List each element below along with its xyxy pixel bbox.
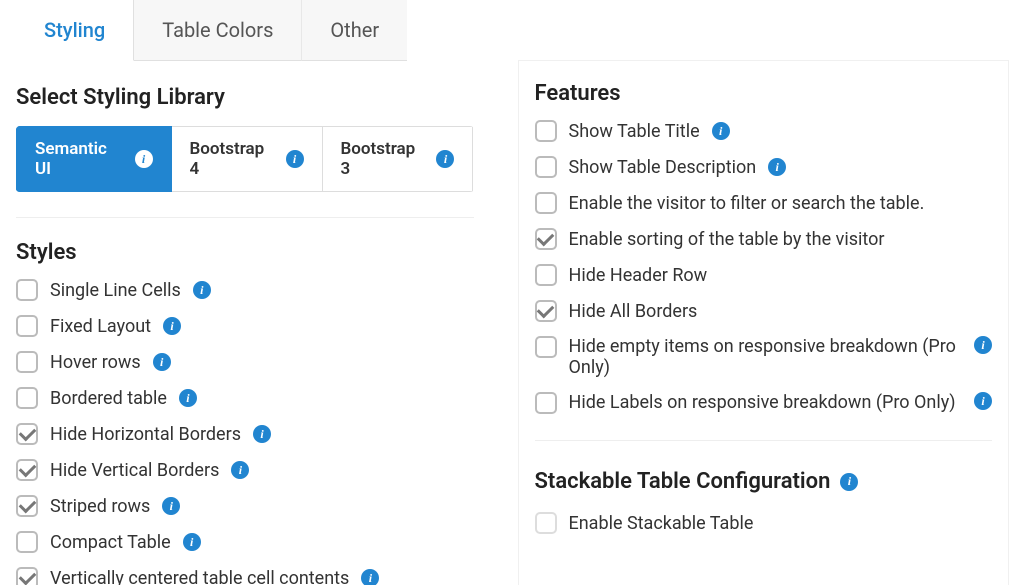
info-icon[interactable]: i — [135, 150, 153, 168]
checkbox-label: Enable sorting of the table by the visit… — [569, 229, 885, 250]
checkbox-label: Vertically centered table cell contents — [50, 568, 349, 585]
info-icon[interactable]: i — [183, 533, 201, 551]
checkbox-label: Hide Vertical Borders — [50, 460, 219, 481]
info-icon[interactable]: i — [436, 150, 454, 168]
checkbox-single-line-cells[interactable] — [16, 279, 38, 301]
style-row-vertically-centered-table-cell-contents: Vertically centered table cell contents i — [16, 567, 474, 585]
info-icon[interactable]: i — [974, 336, 992, 354]
tab-other[interactable]: Other — [302, 0, 407, 61]
checkbox-hide-header-row[interactable] — [535, 264, 557, 286]
checkbox-enable-the-visitor-to-filter-or-search-t[interactable] — [535, 192, 557, 214]
checkbox-label: Fixed Layout — [50, 316, 151, 337]
checkbox-hide-horizontal-borders[interactable] — [16, 423, 38, 445]
feature-row-hide-all-borders: Hide All Borders — [535, 300, 993, 322]
checkbox-enable-sorting-of-the-table-by-the-visit[interactable] — [535, 228, 557, 250]
features-list: Show Table Title i Show Table Description i… — [535, 120, 993, 414]
style-row-striped-rows: Striped rows i — [16, 495, 474, 517]
feature-row-enable-sorting-of-the-table-by-the-visit: Enable sorting of the table by the visit… — [535, 228, 993, 250]
checkbox-label: Hide All Borders — [569, 301, 698, 322]
checkbox-label: Hide empty items on responsive breakdown… — [569, 336, 963, 378]
checkbox-fixed-layout[interactable] — [16, 315, 38, 337]
style-row-hover-rows: Hover rows i — [16, 351, 474, 373]
tabs: Styling Table Colors Other — [16, 0, 474, 61]
checkbox-label: Hover rows — [50, 352, 141, 373]
info-icon[interactable]: i — [193, 281, 211, 299]
checkbox-label: Show Table Description — [569, 157, 757, 178]
checkbox-enable-stackable-table[interactable] — [535, 512, 557, 534]
features-heading: Features — [535, 81, 993, 106]
stackable-row-enable-stackable-table: Enable Stackable Table — [535, 512, 993, 534]
checkbox-label: Hide Horizontal Borders — [50, 424, 241, 445]
info-icon[interactable]: i — [179, 389, 197, 407]
checkbox-show-table-title[interactable] — [535, 120, 557, 142]
divider — [535, 440, 993, 441]
checkbox-label: Show Table Title — [569, 121, 700, 142]
checkbox-label: Enable Stackable Table — [569, 513, 754, 534]
info-icon[interactable]: i — [162, 497, 180, 515]
feature-row-show-table-description: Show Table Description i — [535, 156, 993, 178]
select-library-heading: Select Styling Library — [16, 85, 474, 110]
checkbox-label: Compact Table — [50, 532, 171, 553]
feature-row-hide-empty-items-on-responsive-breakdown: Hide empty items on responsive breakdown… — [535, 336, 993, 378]
library-semantic-ui[interactable]: Semantic UI i — [16, 126, 172, 192]
info-icon[interactable]: i — [231, 461, 249, 479]
checkbox-label: Hide Labels on responsive breakdown (Pro… — [569, 392, 963, 413]
checkbox-label: Enable the visitor to filter or search t… — [569, 193, 925, 214]
style-row-single-line-cells: Single Line Cells i — [16, 279, 474, 301]
checkbox-hide-vertical-borders[interactable] — [16, 459, 38, 481]
info-icon[interactable]: i — [974, 392, 992, 410]
style-row-hide-vertical-borders: Hide Vertical Borders i — [16, 459, 474, 481]
tab-styling[interactable]: Styling — [16, 0, 134, 61]
feature-row-enable-the-visitor-to-filter-or-search-t: Enable the visitor to filter or search t… — [535, 192, 993, 214]
checkbox-label: Hide Header Row — [569, 265, 708, 286]
info-icon[interactable]: i — [163, 317, 181, 335]
styles-heading: Styles — [16, 240, 474, 265]
tab-table-colors[interactable]: Table Colors — [134, 0, 302, 61]
info-icon[interactable]: i — [712, 122, 730, 140]
checkbox-hide-labels-on-responsive-breakdown-pro-[interactable] — [535, 392, 557, 414]
style-row-compact-table: Compact Table i — [16, 531, 474, 553]
library-bootstrap-3[interactable]: Bootstrap 3 i — [323, 126, 474, 192]
styles-list: Single Line CellsiFixed LayoutiHover row… — [16, 279, 474, 585]
checkbox-hover-rows[interactable] — [16, 351, 38, 373]
library-button-group: Semantic UI i Bootstrap 4 i Bootstrap 3 … — [16, 126, 474, 193]
info-icon[interactable]: i — [840, 473, 858, 491]
library-label: Bootstrap 4 — [190, 139, 278, 179]
feature-row-show-table-title: Show Table Title i — [535, 120, 993, 142]
feature-row-hide-labels-on-responsive-breakdown-pro-: Hide Labels on responsive breakdown (Pro… — [535, 392, 993, 414]
stackable-list: Enable Stackable Table — [535, 512, 993, 534]
checkbox-show-table-description[interactable] — [535, 156, 557, 178]
checkbox-label: Bordered table — [50, 388, 167, 409]
info-icon[interactable]: i — [253, 425, 271, 443]
library-label: Bootstrap 3 — [341, 139, 429, 179]
checkbox-hide-empty-items-on-responsive-breakdown[interactable] — [535, 336, 557, 358]
checkbox-label: Single Line Cells — [50, 280, 181, 301]
divider — [16, 217, 474, 218]
style-row-fixed-layout: Fixed Layout i — [16, 315, 474, 337]
checkbox-striped-rows[interactable] — [16, 495, 38, 517]
library-bootstrap-4[interactable]: Bootstrap 4 i — [172, 126, 323, 192]
checkbox-hide-all-borders[interactable] — [535, 300, 557, 322]
info-icon[interactable]: i — [361, 569, 379, 585]
stackable-heading: Stackable Table Configuration i — [535, 469, 993, 494]
checkbox-compact-table[interactable] — [16, 531, 38, 553]
checkbox-vertically-centered-table-cell-contents[interactable] — [16, 567, 38, 585]
library-label: Semantic UI — [35, 139, 127, 179]
style-row-hide-horizontal-borders: Hide Horizontal Borders i — [16, 423, 474, 445]
info-icon[interactable]: i — [768, 158, 786, 176]
checkbox-label: Striped rows — [50, 496, 150, 517]
checkbox-bordered-table[interactable] — [16, 387, 38, 409]
info-icon[interactable]: i — [286, 150, 304, 168]
stackable-heading-text: Stackable Table Configuration — [535, 469, 831, 494]
style-row-bordered-table: Bordered table i — [16, 387, 474, 409]
info-icon[interactable]: i — [153, 353, 171, 371]
feature-row-hide-header-row: Hide Header Row — [535, 264, 993, 286]
